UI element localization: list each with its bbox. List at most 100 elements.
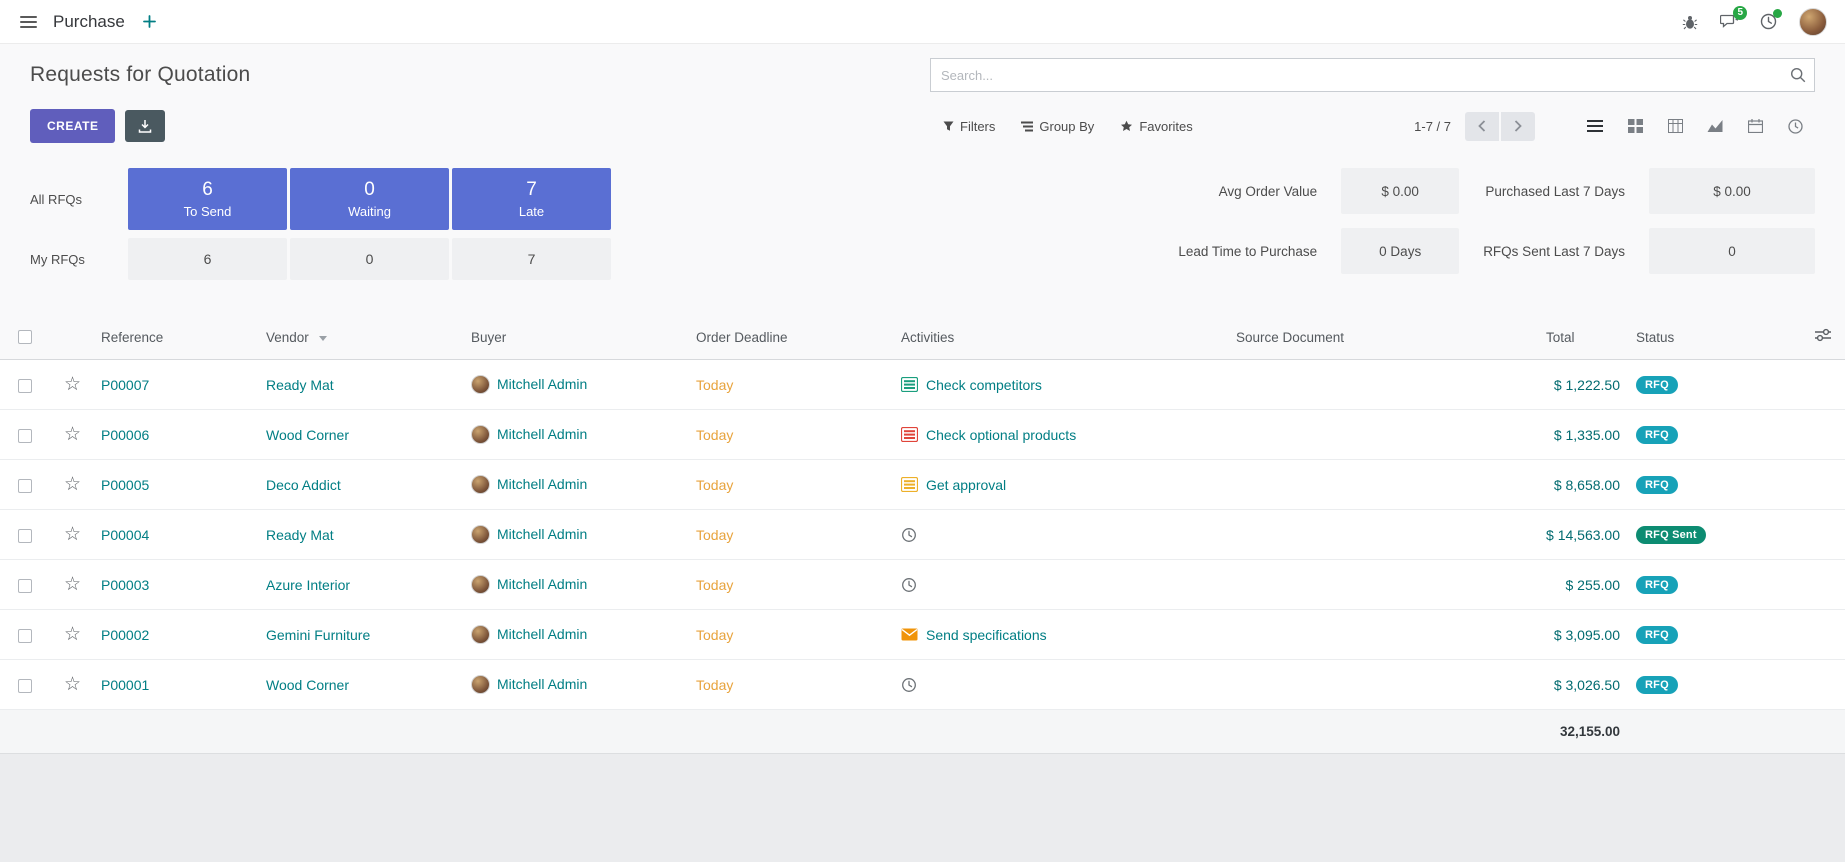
export-button[interactable] bbox=[125, 110, 165, 142]
activity-button[interactable]: Get approval bbox=[901, 477, 1224, 493]
calendar-view-icon[interactable] bbox=[1735, 111, 1775, 141]
vendor-link[interactable]: Wood Corner bbox=[266, 677, 349, 693]
kpi-my-to-send[interactable]: 6 bbox=[128, 238, 287, 280]
control-panel: Requests for Quotation CREATE bbox=[0, 44, 1845, 150]
column-header-activities[interactable]: Activities bbox=[895, 314, 1230, 360]
reference-link[interactable]: P00005 bbox=[101, 477, 149, 493]
metric-label-avg-order-value: Avg Order Value bbox=[1178, 184, 1317, 199]
activity-view-icon[interactable] bbox=[1775, 111, 1815, 141]
activity-button[interactable] bbox=[901, 677, 1224, 693]
favorite-star-icon[interactable]: ☆ bbox=[64, 524, 81, 545]
activity-button[interactable] bbox=[901, 527, 1224, 543]
purchase-dashboard: All RFQs 6 To Send 0 Waiting 7 Late My R… bbox=[0, 150, 1845, 280]
column-header-reference[interactable]: Reference bbox=[95, 314, 260, 360]
vendor-link[interactable]: Wood Corner bbox=[266, 427, 349, 443]
pager-next-button[interactable] bbox=[1501, 112, 1535, 141]
column-header-buyer[interactable]: Buyer bbox=[465, 314, 690, 360]
reference-link[interactable]: P00001 bbox=[101, 677, 149, 693]
debug-bug-icon[interactable] bbox=[1682, 14, 1698, 30]
group-by-button[interactable]: Group By bbox=[1008, 113, 1107, 140]
total-amount: $ 3,026.50 bbox=[1554, 677, 1620, 693]
row-checkbox[interactable] bbox=[18, 479, 32, 493]
app-name[interactable]: Purchase bbox=[53, 12, 125, 32]
activity-button[interactable] bbox=[901, 577, 1224, 593]
row-checkbox[interactable] bbox=[18, 579, 32, 593]
row-checkbox[interactable] bbox=[18, 429, 32, 443]
reference-link[interactable]: P00007 bbox=[101, 377, 149, 393]
pivot-view-icon[interactable] bbox=[1655, 111, 1695, 141]
column-header-total[interactable]: Total bbox=[1540, 314, 1630, 360]
table-row[interactable]: ☆ P00006 Wood Corner Mitchell Admin Toda… bbox=[0, 410, 1845, 460]
row-checkbox[interactable] bbox=[18, 529, 32, 543]
graph-view-icon[interactable] bbox=[1695, 111, 1735, 141]
table-row[interactable]: ☆ P00003 Azure Interior Mitchell Admin T… bbox=[0, 560, 1845, 610]
status-badge: RFQ bbox=[1636, 576, 1678, 594]
kpi-to-send[interactable]: 6 To Send bbox=[128, 168, 287, 230]
rfq-kpi-grid: All RFQs 6 To Send 0 Waiting 7 Late My R… bbox=[30, 168, 611, 280]
kpi-my-waiting[interactable]: 0 bbox=[290, 238, 449, 280]
metric-label-lead-time: Lead Time to Purchase bbox=[1178, 244, 1317, 259]
search-icon[interactable] bbox=[1790, 67, 1806, 88]
activity-button[interactable]: Send specifications bbox=[901, 627, 1224, 643]
kpi-my-late[interactable]: 7 bbox=[452, 238, 611, 280]
create-button[interactable]: CREATE bbox=[30, 109, 115, 143]
column-header-status[interactable]: Status bbox=[1630, 314, 1760, 360]
row-checkbox[interactable] bbox=[18, 379, 32, 393]
favorite-star-icon[interactable]: ☆ bbox=[64, 374, 81, 395]
buyer-avatar bbox=[471, 475, 490, 494]
vendor-link[interactable]: Deco Addict bbox=[266, 477, 341, 493]
favorite-star-icon[interactable]: ☆ bbox=[64, 624, 81, 645]
favorite-star-icon[interactable]: ☆ bbox=[64, 574, 81, 595]
plus-icon[interactable] bbox=[143, 15, 156, 28]
activity-button[interactable]: Check optional products bbox=[901, 427, 1224, 443]
favorite-star-icon[interactable]: ☆ bbox=[64, 674, 81, 695]
view-switcher bbox=[1575, 111, 1815, 141]
buyer-link[interactable]: Mitchell Admin bbox=[497, 526, 587, 542]
favorite-star-icon[interactable]: ☆ bbox=[64, 424, 81, 445]
activity-button[interactable]: Check competitors bbox=[901, 377, 1224, 393]
row-checkbox[interactable] bbox=[18, 679, 32, 693]
vendor-link[interactable]: Ready Mat bbox=[266, 527, 334, 543]
list-icon bbox=[901, 377, 918, 392]
reference-link[interactable]: P00004 bbox=[101, 527, 149, 543]
buyer-link[interactable]: Mitchell Admin bbox=[497, 626, 587, 642]
row-checkbox[interactable] bbox=[18, 629, 32, 643]
optional-columns-icon[interactable] bbox=[1815, 330, 1831, 345]
select-all-checkbox[interactable] bbox=[18, 330, 32, 344]
pager: 1-7 / 7 bbox=[1414, 112, 1535, 141]
buyer-link[interactable]: Mitchell Admin bbox=[497, 676, 587, 692]
pager-previous-button[interactable] bbox=[1465, 112, 1499, 141]
kanban-view-icon[interactable] bbox=[1615, 111, 1655, 141]
buyer-link[interactable]: Mitchell Admin bbox=[497, 476, 587, 492]
filters-button[interactable]: Filters bbox=[930, 113, 1008, 140]
reference-link[interactable]: P00002 bbox=[101, 627, 149, 643]
activities-clock-icon[interactable] bbox=[1760, 13, 1777, 30]
vendor-link[interactable]: Ready Mat bbox=[266, 377, 334, 393]
column-header-source-document[interactable]: Source Document bbox=[1230, 314, 1540, 360]
buyer-link[interactable]: Mitchell Admin bbox=[497, 426, 587, 442]
column-header-order-deadline[interactable]: Order Deadline bbox=[690, 314, 895, 360]
buyer-link[interactable]: Mitchell Admin bbox=[497, 376, 587, 392]
table-row[interactable]: ☆ P00005 Deco Addict Mitchell Admin Toda… bbox=[0, 460, 1845, 510]
vendor-link[interactable]: Azure Interior bbox=[266, 577, 350, 593]
reference-link[interactable]: P00006 bbox=[101, 427, 149, 443]
column-header-vendor[interactable]: Vendor bbox=[260, 314, 465, 360]
table-row[interactable]: ☆ P00002 Gemini Furniture Mitchell Admin… bbox=[0, 610, 1845, 660]
user-avatar[interactable] bbox=[1799, 8, 1827, 36]
vendor-link[interactable]: Gemini Furniture bbox=[266, 627, 370, 643]
table-row[interactable]: ☆ P00004 Ready Mat Mitchell Admin Today … bbox=[0, 510, 1845, 560]
table-row[interactable]: ☆ P00007 Ready Mat Mitchell Admin Today … bbox=[0, 360, 1845, 410]
apps-menu-icon[interactable] bbox=[18, 12, 39, 32]
list-view-icon[interactable] bbox=[1575, 111, 1615, 141]
favorite-star-icon[interactable]: ☆ bbox=[64, 474, 81, 495]
list-icon bbox=[901, 427, 918, 442]
kpi-waiting[interactable]: 0 Waiting bbox=[290, 168, 449, 230]
buyer-link[interactable]: Mitchell Admin bbox=[497, 576, 587, 592]
kpi-late[interactable]: 7 Late bbox=[452, 168, 611, 230]
messages-icon[interactable]: 5 bbox=[1720, 14, 1738, 30]
table-row[interactable]: ☆ P00001 Wood Corner Mitchell Admin Toda… bbox=[0, 660, 1845, 710]
search-input[interactable] bbox=[930, 58, 1815, 92]
buyer-avatar bbox=[471, 575, 490, 594]
reference-link[interactable]: P00003 bbox=[101, 577, 149, 593]
favorites-button[interactable]: Favorites bbox=[1107, 113, 1205, 140]
